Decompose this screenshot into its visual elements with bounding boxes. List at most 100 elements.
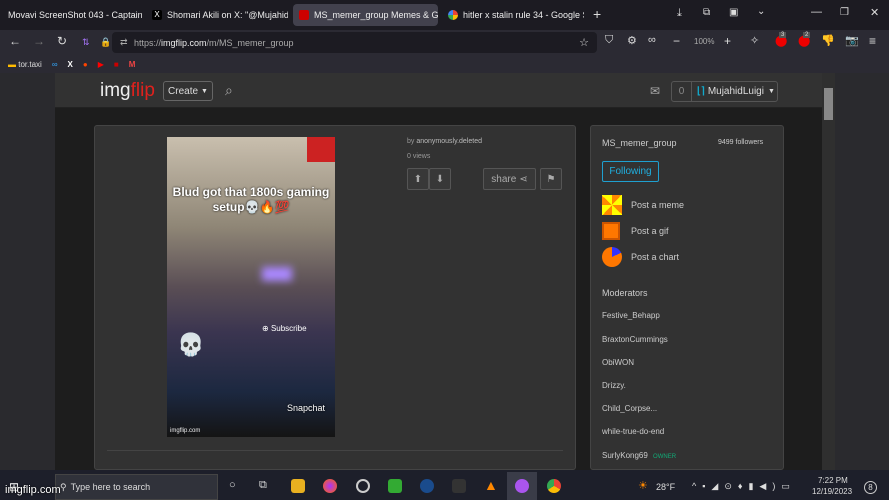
permissions-icon[interactable]: ⇄ (120, 37, 128, 48)
bookmark-star-icon[interactable]: ☆ (579, 36, 589, 49)
reddit-icon[interactable]: ● (83, 60, 88, 69)
x-bookmark-icon[interactable]: X (68, 60, 73, 69)
share-icon[interactable]: ⧉ (703, 7, 710, 18)
meme-caption: Blud got that 1800s gaming setup💀🔥💯 (172, 185, 330, 214)
meme-video[interactable]: 💀 ⊕ Subscribe Snapchat imgflip.com (167, 137, 335, 437)
download-icon[interactable]: ⤓ (677, 7, 682, 20)
moderator-link[interactable]: while-true-do-end (602, 427, 664, 436)
imgflip-favicon-icon (299, 10, 309, 20)
owner-badge: OWNER (653, 454, 677, 460)
reload-icon[interactable]: ↻ (57, 34, 67, 48)
taskbar-search[interactable]: ⚲ Type here to search (55, 474, 218, 500)
zoom-in-icon[interactable]: + (724, 34, 731, 48)
tab-title: hitler x stalin rule 34 - Google S (463, 10, 584, 20)
tab-imgflip[interactable]: MS_memer_group Memes & Gi✕ (293, 4, 438, 26)
red-poster (307, 137, 335, 162)
zoom-level[interactable]: 100% (694, 37, 714, 46)
downvote-button[interactable]: ⬇ (429, 168, 451, 190)
clock-time[interactable]: 7:22 PM (818, 476, 848, 485)
post-gif-link[interactable]: Post a gif (631, 226, 669, 236)
new-tab-icon[interactable]: + (593, 6, 601, 22)
gmail-icon[interactable]: M (129, 60, 136, 69)
meme-icon (602, 195, 622, 215)
bookmarks-bar: ▬ tor.taxi ∞ X ● ▶ ■ M (0, 55, 889, 73)
scrollbar-thumb[interactable] (824, 88, 833, 120)
moderator-link[interactable]: Child_Corpse... (602, 404, 657, 413)
stream-name: MS_memer_group (602, 138, 677, 148)
extension-icon[interactable]: ⇅ (82, 37, 90, 48)
restore-icon[interactable]: ❐ (840, 7, 849, 18)
tor-browser-icon[interactable] (515, 479, 529, 493)
notification-count[interactable]: 0 (672, 82, 692, 101)
system-tray-icons[interactable]: ^▪◢⊙♦▮◀)▭ (692, 481, 796, 492)
author-link[interactable]: anonymously.deleted (416, 138, 482, 145)
tab-movavi[interactable]: Movavi ScreenShot 043 - Captain A✕ (2, 4, 142, 26)
tab-google[interactable]: hitler x stalin rule 34 - Google S✕ (442, 4, 584, 26)
moderator-link[interactable]: Drizzy. (602, 381, 626, 390)
notification-center-icon[interactable]: 8 (864, 481, 877, 494)
vlc-icon[interactable]: ▲ (484, 477, 498, 493)
task-view-icon[interactable]: ⧉ (259, 479, 267, 492)
close-window-icon[interactable]: ✕ (870, 6, 879, 19)
url-path: /m/MS_memer_group (206, 37, 294, 48)
zoom-out-icon[interactable]: − (673, 34, 680, 48)
weather-temp: 28°F (656, 482, 676, 492)
moderator-link[interactable]: ObiWON (602, 358, 634, 367)
tab-x[interactable]: XShomari Akili on X: "@Mujahid✕ (146, 4, 288, 26)
obs-icon[interactable] (356, 479, 370, 493)
imgflip-logo[interactable]: imgflip (100, 80, 155, 102)
lock-icon: 🔒 (100, 37, 112, 47)
mask-icon[interactable]: ∞ (648, 34, 656, 46)
minecraft-icon[interactable] (388, 479, 402, 493)
app-icon[interactable] (452, 479, 466, 493)
moderator-link[interactable]: Festive_Behapp (602, 311, 660, 320)
gear-icon[interactable]: ⚙ (627, 34, 637, 47)
imgflip-bookmark-icon[interactable]: ■ (114, 60, 119, 69)
chevron-down-icon[interactable]: ⌄ (757, 6, 765, 17)
user-menu[interactable]: 0 ⌊⌉ MujahidLuigi ▼ (671, 81, 778, 102)
camera-icon[interactable]: 📷 (845, 34, 859, 47)
dislike-icon[interactable]: 👎 (821, 34, 835, 47)
chart-icon (602, 247, 622, 267)
mail-icon[interactable]: ✉ (650, 84, 660, 98)
shield-icon[interactable]: ⛉ (605, 34, 613, 47)
snapchat-overlay: Snapchat (287, 403, 326, 413)
search-icon[interactable]: ⌕ (225, 82, 233, 99)
scrollbar[interactable] (822, 73, 835, 470)
minimize-icon[interactable]: — (811, 6, 822, 18)
firefox-icon[interactable] (323, 479, 337, 493)
divider (107, 450, 563, 451)
folder-icon[interactable]: ▣ (729, 7, 738, 18)
upvote-button[interactable]: ⬆ (407, 168, 429, 190)
forward-icon[interactable]: → (33, 34, 45, 48)
tab-title: Shomari Akili on X: "@Mujahid (167, 10, 288, 20)
following-button[interactable]: Following (602, 161, 659, 182)
broom-icon[interactable]: ✧ (750, 34, 759, 47)
moderator-link[interactable]: BraxtonCummings (602, 335, 668, 344)
create-button[interactable]: Create ▼ (163, 81, 213, 101)
share-button[interactable]: share ⋖ (483, 168, 536, 190)
watermark-overlay: imgflip.com (5, 484, 61, 496)
steam-icon[interactable] (420, 479, 434, 493)
url-bar[interactable]: ⇅ 🔒 ⇄ https://imgflip.com/m/MS_memer_gro… (82, 32, 597, 53)
chrome-icon[interactable] (547, 479, 561, 493)
post-meme-link[interactable]: Post a meme (631, 200, 684, 210)
bookmark-tortaxi[interactable]: ▬ tor.taxi (8, 60, 42, 69)
youtube-icon[interactable]: ▶ (98, 60, 104, 69)
menu-icon[interactable]: ≡ (869, 34, 876, 48)
flag-button[interactable]: ⚑ (540, 168, 562, 190)
moderator-link[interactable]: SurlyKong69 (602, 451, 648, 460)
tab-bar: Movavi ScreenShot 043 - Captain A✕ XShom… (0, 0, 889, 30)
search-placeholder: Type here to search (70, 482, 151, 492)
back-icon[interactable]: ← (9, 34, 21, 48)
file-explorer-icon[interactable] (291, 479, 305, 493)
cortana-icon[interactable]: ○ (229, 479, 236, 491)
post-chart-link[interactable]: Post a chart (631, 252, 679, 262)
extension-badge: 3 (779, 32, 787, 38)
google-icon (448, 10, 458, 20)
url-prefix: https:// (134, 37, 162, 48)
purple-light (262, 267, 292, 281)
tab-title: MS_memer_group Memes & Gi (314, 10, 438, 20)
clock-date[interactable]: 12/19/2023 (812, 487, 852, 496)
link-icon[interactable]: ∞ (52, 60, 58, 69)
